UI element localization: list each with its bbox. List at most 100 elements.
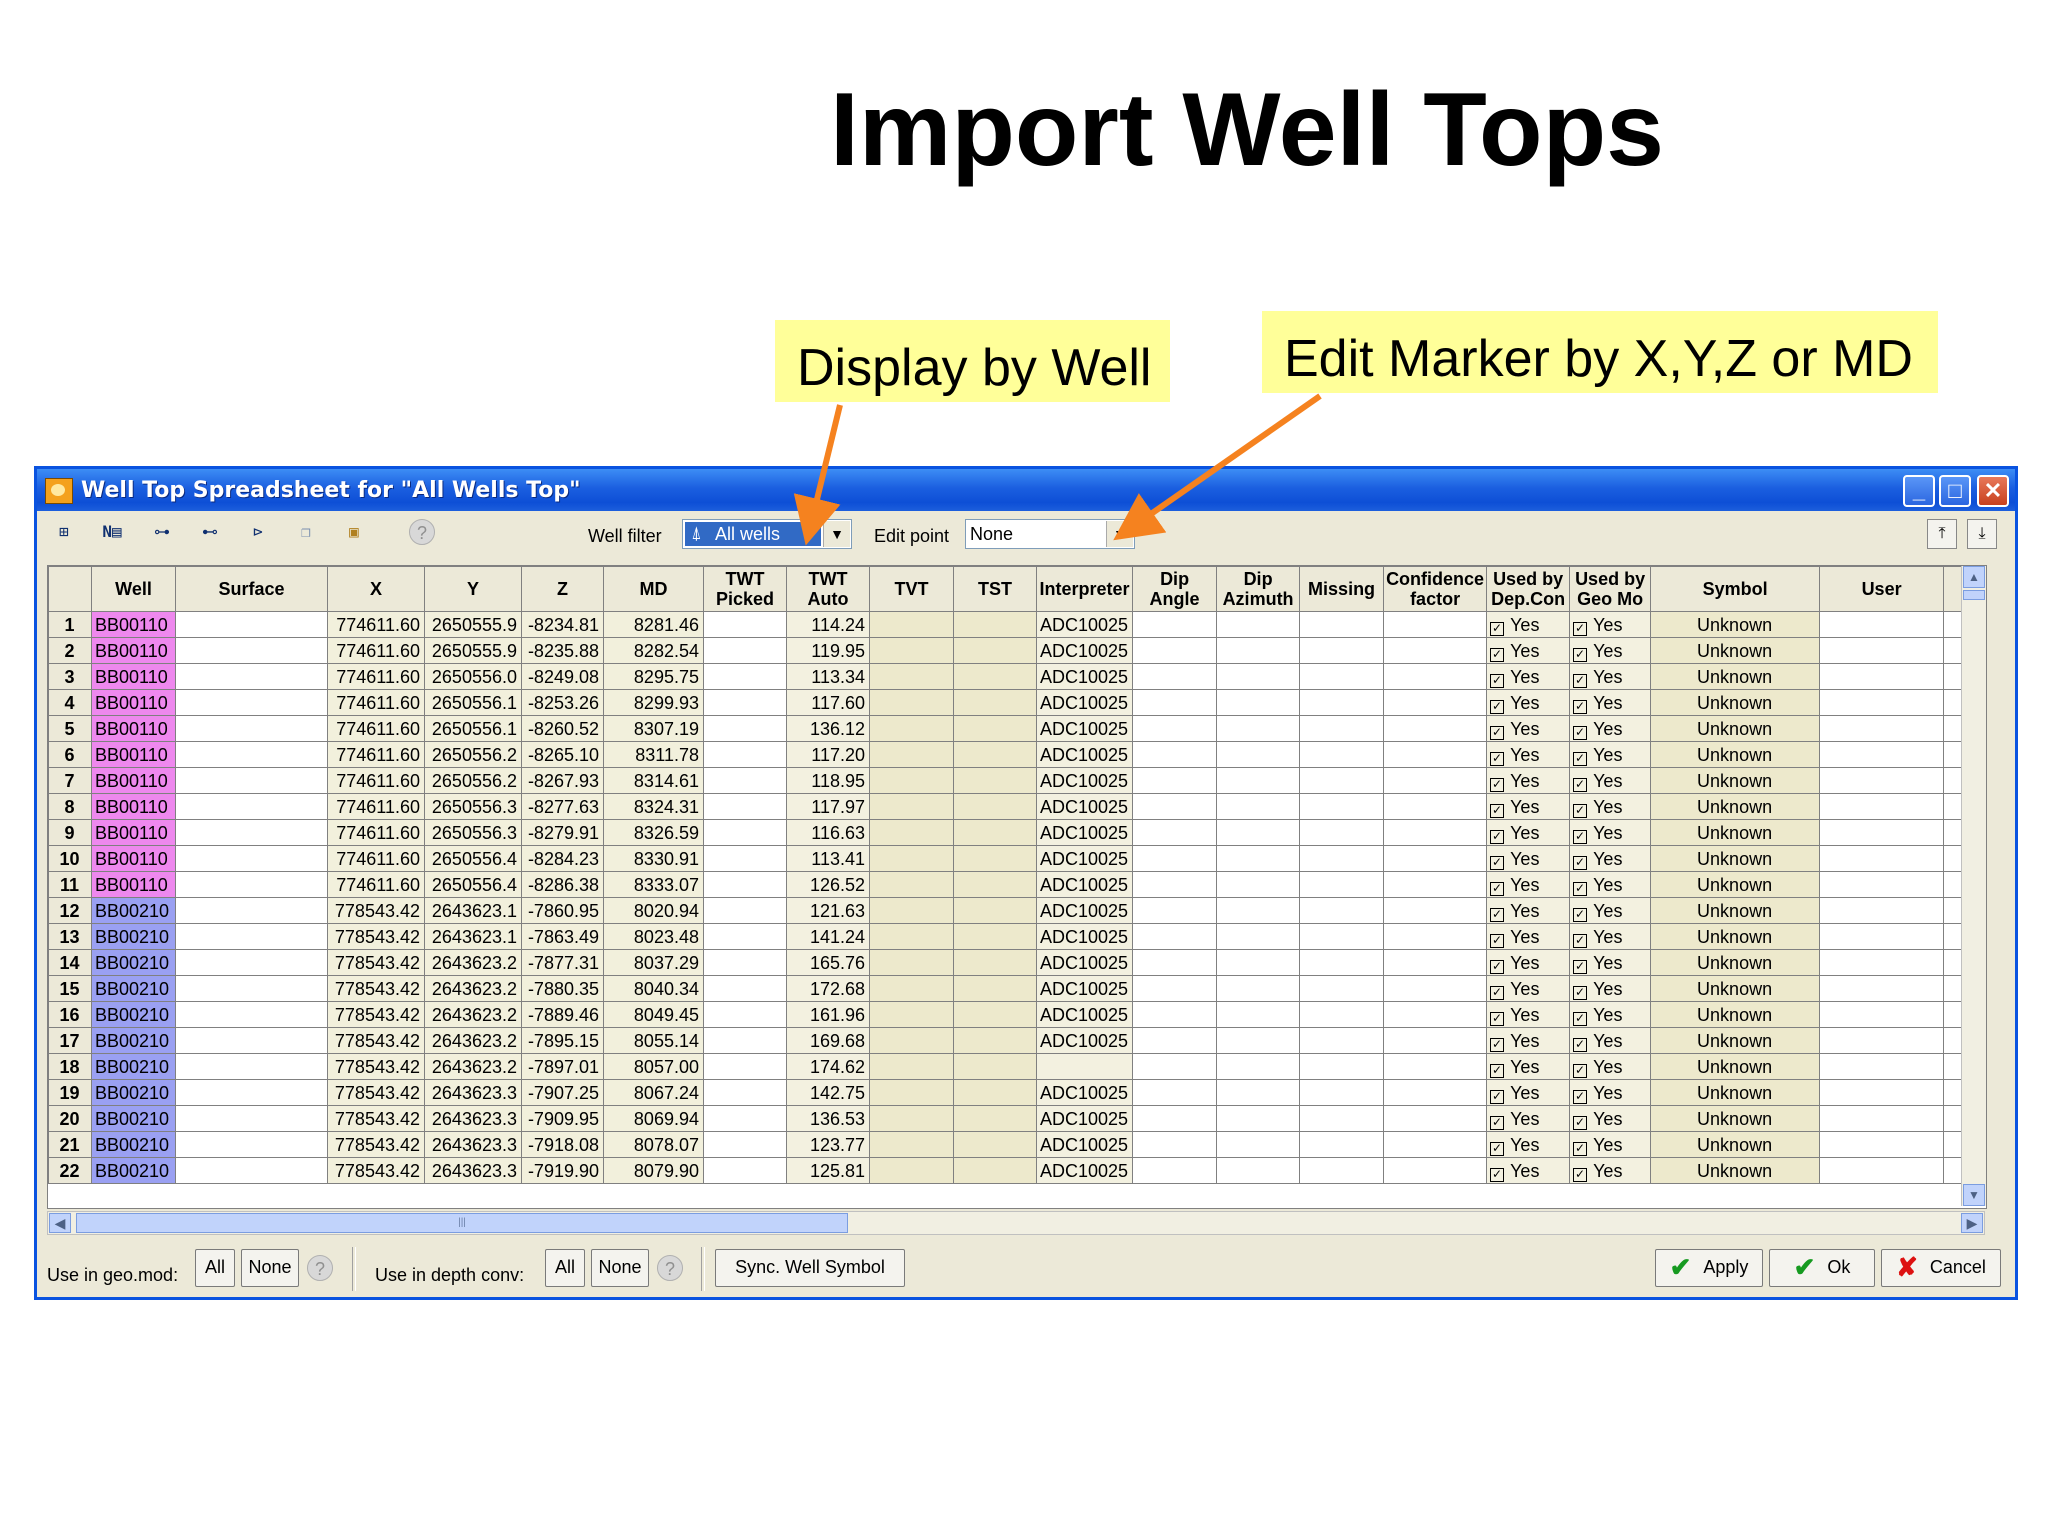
- row-number[interactable]: 10: [48, 845, 92, 872]
- used-by-geomod-cell[interactable]: ✓ Yes: [1569, 637, 1652, 664]
- depth-none-button[interactable]: None: [591, 1249, 649, 1287]
- well-cell[interactable]: BB00110: [91, 663, 176, 690]
- confidence-cell[interactable]: [1383, 767, 1488, 794]
- used-by-depcon-cell[interactable]: ✓ Yes: [1486, 637, 1571, 664]
- surface-cell[interactable]: [175, 1027, 328, 1054]
- used-by-geomod-cell[interactable]: ✓ Yes: [1569, 793, 1652, 820]
- dip-angle-cell[interactable]: [1132, 767, 1218, 794]
- scroll-left-icon[interactable]: ◀: [49, 1213, 71, 1233]
- help-icon[interactable]: ?: [657, 1255, 683, 1281]
- x-cell[interactable]: 778543.42: [327, 1027, 425, 1054]
- table-row[interactable]: 12 BB00210 778543.42 2643623.1 -7860.95 8020.…: [48, 897, 1975, 924]
- tst-cell[interactable]: [953, 923, 1037, 950]
- column-header[interactable]: User: [1819, 566, 1945, 612]
- x-cell[interactable]: 774611.60: [327, 715, 425, 742]
- twt-picked-cell[interactable]: [703, 1001, 787, 1028]
- z-cell[interactable]: -8277.63: [521, 793, 604, 820]
- used-by-geomod-cell[interactable]: ✓ Yes: [1569, 871, 1652, 898]
- tst-cell[interactable]: [953, 1157, 1037, 1184]
- x-cell[interactable]: 778543.42: [327, 1131, 425, 1158]
- checkbox-checked-icon[interactable]: ✓: [1573, 881, 1588, 896]
- twt-auto-cell[interactable]: 169.68: [786, 1027, 870, 1054]
- row-number[interactable]: 21: [48, 1131, 92, 1158]
- scroll-bottom-button[interactable]: ⤓: [1967, 519, 1997, 549]
- twt-picked-cell[interactable]: [703, 767, 787, 794]
- well-cell[interactable]: BB00110: [91, 611, 176, 638]
- interpreter-cell[interactable]: ADC10025: [1035, 1027, 1134, 1054]
- column-header[interactable]: Z: [521, 566, 604, 612]
- y-cell[interactable]: 2650556.0: [424, 663, 522, 690]
- z-cell[interactable]: -8249.08: [521, 663, 604, 690]
- tvt-cell[interactable]: [869, 845, 954, 872]
- dip-angle-cell[interactable]: [1132, 1027, 1218, 1054]
- md-cell[interactable]: 8049.45: [603, 1001, 704, 1028]
- symbol-cell[interactable]: Unknown: [1650, 689, 1821, 716]
- chevron-down-icon[interactable]: ▼: [823, 521, 850, 547]
- md-cell[interactable]: 8311.78: [603, 741, 704, 768]
- x-cell[interactable]: 778543.42: [327, 1079, 425, 1106]
- dip-angle-cell[interactable]: [1132, 1079, 1218, 1106]
- twt-auto-cell[interactable]: 161.96: [786, 1001, 870, 1028]
- missing-cell[interactable]: [1299, 1131, 1385, 1158]
- twt-picked-cell[interactable]: [703, 1079, 787, 1106]
- used-by-depcon-cell[interactable]: ✓ Yes: [1486, 845, 1571, 872]
- used-by-geomod-cell[interactable]: ✓ Yes: [1569, 689, 1652, 716]
- used-by-depcon-cell[interactable]: ✓ Yes: [1486, 871, 1571, 898]
- md-cell[interactable]: 8307.19: [603, 715, 704, 742]
- minimize-button[interactable]: _: [1903, 475, 1935, 507]
- dip-azimuth-cell[interactable]: [1216, 871, 1301, 898]
- table-row[interactable]: 17 BB00210 778543.42 2643623.2 -7895.15 8055.…: [48, 1027, 1975, 1054]
- twt-auto-cell[interactable]: 174.62: [786, 1053, 870, 1080]
- table-row[interactable]: 5 BB00110 774611.60 2650556.1 -8260.52 8307.1…: [48, 715, 1975, 742]
- md-cell[interactable]: 8067.24: [603, 1079, 704, 1106]
- tvt-cell[interactable]: [869, 767, 954, 794]
- used-by-geomod-cell[interactable]: ✓ Yes: [1569, 1131, 1652, 1158]
- tst-cell[interactable]: [953, 793, 1037, 820]
- z-cell[interactable]: -7919.90: [521, 1157, 604, 1184]
- confidence-cell[interactable]: [1383, 741, 1488, 768]
- row-number[interactable]: 5: [48, 715, 92, 742]
- dip-azimuth-cell[interactable]: [1216, 975, 1301, 1002]
- symbol-cell[interactable]: Unknown: [1650, 793, 1821, 820]
- checkbox-checked-icon[interactable]: ✓: [1490, 985, 1505, 1000]
- interpreter-cell[interactable]: ADC10025: [1035, 871, 1134, 898]
- geo-all-button[interactable]: All: [195, 1249, 235, 1287]
- x-cell[interactable]: 778543.42: [327, 1001, 425, 1028]
- y-cell[interactable]: 2650555.9: [424, 611, 522, 638]
- checkbox-checked-icon[interactable]: ✓: [1573, 959, 1588, 974]
- user-cell[interactable]: [1819, 923, 1945, 950]
- checkbox-checked-icon[interactable]: ✓: [1573, 829, 1588, 844]
- dip-angle-cell[interactable]: [1132, 715, 1218, 742]
- interpreter-cell[interactable]: ADC10025: [1035, 949, 1134, 976]
- dip-azimuth-cell[interactable]: [1216, 1053, 1301, 1080]
- column-header[interactable]: Missing: [1299, 566, 1385, 612]
- x-cell[interactable]: 774611.60: [327, 611, 425, 638]
- x-cell[interactable]: 778543.42: [327, 897, 425, 924]
- well-cell[interactable]: BB00110: [91, 741, 176, 768]
- used-by-depcon-cell[interactable]: ✓ Yes: [1486, 1105, 1571, 1132]
- tvt-cell[interactable]: [869, 1105, 954, 1132]
- row-number[interactable]: 15: [48, 975, 92, 1002]
- confidence-cell[interactable]: [1383, 663, 1488, 690]
- tvt-cell[interactable]: [869, 923, 954, 950]
- surface-cell[interactable]: [175, 975, 328, 1002]
- help-icon[interactable]: ?: [307, 1255, 333, 1281]
- md-cell[interactable]: 8295.75: [603, 663, 704, 690]
- twt-auto-cell[interactable]: 119.95: [786, 637, 870, 664]
- missing-cell[interactable]: [1299, 689, 1385, 716]
- checkbox-checked-icon[interactable]: ✓: [1573, 1037, 1588, 1052]
- help-icon[interactable]: ?: [409, 519, 435, 545]
- tst-cell[interactable]: [953, 1027, 1037, 1054]
- md-cell[interactable]: 8069.94: [603, 1105, 704, 1132]
- user-cell[interactable]: [1819, 1053, 1945, 1080]
- dip-azimuth-cell[interactable]: [1216, 637, 1301, 664]
- used-by-depcon-cell[interactable]: ✓ Yes: [1486, 975, 1571, 1002]
- vertical-scroll-thumb[interactable]: [1963, 590, 1985, 600]
- dip-angle-cell[interactable]: [1132, 1053, 1218, 1080]
- interpreter-cell[interactable]: ADC10025: [1035, 793, 1134, 820]
- used-by-geomod-cell[interactable]: ✓ Yes: [1569, 1027, 1652, 1054]
- dip-azimuth-cell[interactable]: [1216, 819, 1301, 846]
- row-number[interactable]: 2: [48, 637, 92, 664]
- row-number[interactable]: 7: [48, 767, 92, 794]
- tvt-cell[interactable]: [869, 715, 954, 742]
